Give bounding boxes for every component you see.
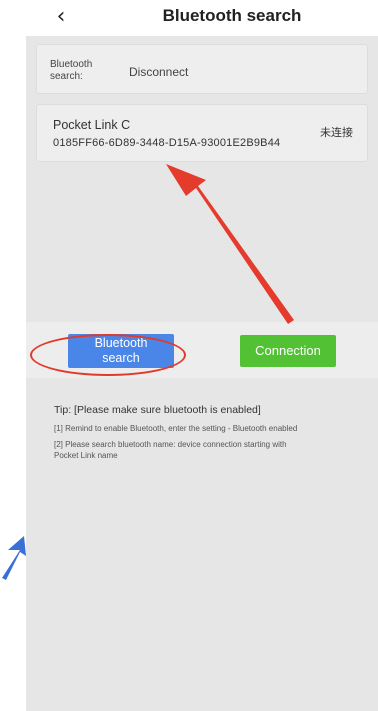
- annotation-arrow-icon: [166, 164, 294, 324]
